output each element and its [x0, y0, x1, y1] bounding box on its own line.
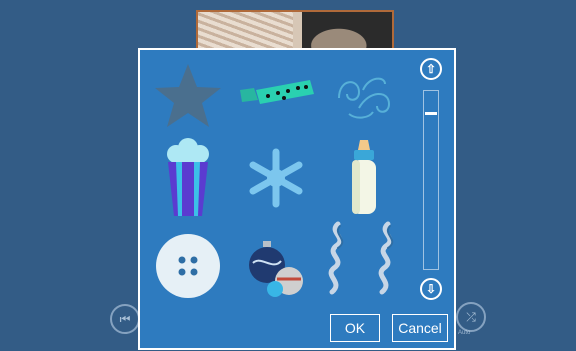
star-icon — [155, 64, 221, 127]
sticker-popcorn[interactable] — [144, 138, 232, 216]
sticker-ribbon[interactable] — [232, 60, 320, 132]
ok-button[interactable]: OK — [330, 314, 380, 342]
swirl-ornament-icon — [338, 77, 391, 119]
sticker-baby-bottle[interactable] — [320, 140, 408, 214]
previous-button[interactable]: ⏮ — [110, 304, 140, 334]
baby-bottle-icon — [352, 140, 376, 214]
sticker-button[interactable] — [144, 230, 232, 302]
vertical-scrollbar[interactable]: ⇧ ⇩ — [420, 58, 444, 306]
sticker-snowflake[interactable] — [232, 142, 320, 214]
shuffle-label: Auto — [458, 330, 471, 336]
skip-back-icon: ⏮ — [119, 311, 131, 326]
cancel-button[interactable]: Cancel — [392, 314, 448, 342]
popcorn-icon — [167, 138, 209, 216]
scroll-thumb[interactable] — [425, 112, 437, 115]
sticker-swirl[interactable] — [320, 60, 408, 132]
sticker-ornaments[interactable] — [232, 230, 320, 302]
streamers-icon — [328, 221, 394, 295]
scroll-up-button[interactable]: ⇧ — [420, 58, 442, 80]
sticker-star[interactable] — [144, 60, 232, 132]
shuffle-button[interactable]: ⤮ — [456, 302, 486, 332]
sticker-streamers[interactable] — [320, 221, 408, 298]
sticker-picker-dialog: ⇧ ⇩ OK Cancel — [138, 48, 456, 350]
button-icon — [156, 234, 220, 298]
christmas-ornaments-icon — [249, 241, 303, 297]
ribbon-icon — [240, 80, 314, 104]
arrow-up-icon: ⇧ — [425, 62, 437, 76]
scroll-track[interactable] — [423, 90, 439, 270]
shuffle-icon: ⤮ — [466, 309, 476, 324]
scroll-down-button[interactable]: ⇩ — [420, 278, 442, 300]
arrow-down-icon: ⇩ — [425, 282, 437, 296]
snowflake-icon — [249, 148, 303, 208]
